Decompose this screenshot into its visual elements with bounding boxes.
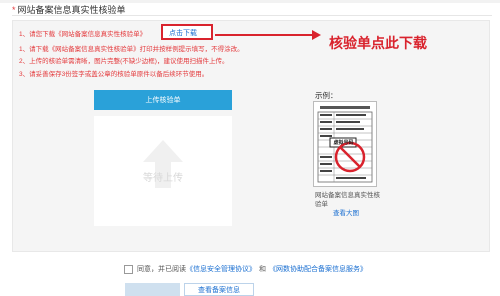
example-stamp-text: 虚拟号码 xyxy=(333,140,354,146)
step-upload-requirements: 2、上传的核验单需清晰，图片完整(不缺少边框)，建议使用扫描件上传。 xyxy=(19,58,229,65)
required-mark: * xyxy=(12,5,16,15)
example-label: 示例： xyxy=(315,91,338,100)
waiting-upload-text: 等待上传 xyxy=(143,173,183,184)
upload-verification-button[interactable]: 上传核验单 xyxy=(94,90,232,110)
section-title-text: 网站备案信息真实性核验单 xyxy=(17,5,126,15)
view-large-image-link[interactable]: 查看大图 xyxy=(333,207,359,217)
annotation-arrow-head-icon xyxy=(312,30,321,40)
security-agreement-link[interactable]: 《信息安全管理协议》 xyxy=(186,264,256,274)
annotation-arrow-line xyxy=(215,34,315,36)
download-annotation: 核验单点此下载 xyxy=(329,35,427,51)
title-underline xyxy=(12,15,492,16)
agreement-and: 和 xyxy=(259,266,266,273)
agree-checkbox[interactable] xyxy=(124,264,133,274)
example-form-image[interactable]: 虚拟号码 xyxy=(313,101,377,187)
service-agreement-link[interactable]: 《网数协助配合备案信息服务》 xyxy=(269,264,367,274)
step-download: 1、请您下载《网站备案信息真实性核验单》 xyxy=(19,31,147,38)
step-print: 1、请下载《网站备案信息真实性核验单》打印并按样例提示填写，不得涂改。 xyxy=(19,46,244,53)
step-keep-originals: 3、请妥善保存3份签字或盖公章的核验单原件以备后续环节使用。 xyxy=(19,71,209,78)
upload-preview-area: 等待上传 xyxy=(94,116,232,226)
download-link[interactable]: 点击下载 xyxy=(169,28,197,38)
view-filing-info-button[interactable]: 查看备案信息 xyxy=(184,283,254,296)
agreement-row: 同意，并已阅读 《信息安全管理协议》 和 《网数协助配合备案信息服务》 xyxy=(124,264,367,274)
agreement-prefix: 同意，并已阅读 xyxy=(137,266,186,273)
submit-button-disabled[interactable] xyxy=(125,283,180,296)
